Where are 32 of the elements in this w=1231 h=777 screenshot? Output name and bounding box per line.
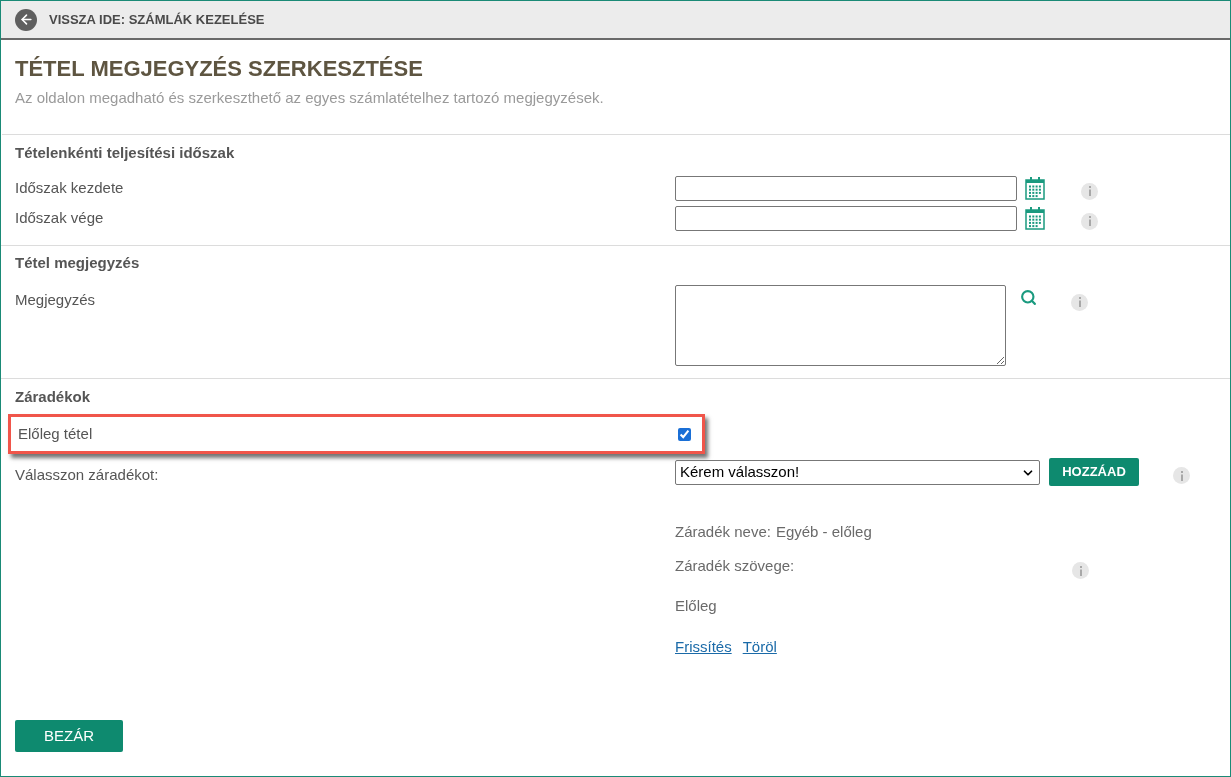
date-input[interactable] bbox=[675, 175, 1017, 201]
advance-checkbox[interactable] bbox=[678, 427, 691, 441]
clause-text-value: Előleg bbox=[675, 596, 718, 616]
info-icon[interactable] bbox=[1072, 562, 1089, 579]
field-label: Válasszon záradékot: bbox=[15, 465, 160, 485]
add-button[interactable]: HOZZÁAD bbox=[1049, 458, 1139, 486]
section-heading: Tétel megjegyzés bbox=[15, 253, 141, 273]
action-link[interactable]: Frissítés bbox=[675, 635, 732, 658]
clause-name-value: Egyéb - előleg bbox=[775, 521, 872, 542]
section-heading: Záradékok bbox=[15, 386, 92, 407]
info-icon[interactable] bbox=[1071, 293, 1088, 311]
calendar-icon[interactable] bbox=[1025, 206, 1045, 230]
calendar-icon[interactable] bbox=[1025, 176, 1045, 200]
action-link[interactable]: Töröl bbox=[742, 635, 777, 658]
field-label: Megjegyzés bbox=[15, 289, 97, 310]
clause-select[interactable]: Kérem válasszon! bbox=[675, 460, 1040, 485]
date-input[interactable] bbox=[675, 205, 1017, 231]
info-icon[interactable] bbox=[1081, 212, 1098, 230]
note-textarea[interactable] bbox=[675, 284, 1006, 366]
section-heading: Tételenkénti teljesítési időszak bbox=[15, 142, 236, 163]
clause-text-label: Záradék szövege: bbox=[675, 556, 796, 576]
close-button[interactable]: BEZÁR bbox=[15, 720, 123, 752]
back-link[interactable]: VISSZA IDE: SZÁMLÁK KEZELÉSE bbox=[49, 9, 265, 30]
info-icon[interactable] bbox=[1173, 467, 1190, 484]
info-icon[interactable] bbox=[1081, 182, 1098, 200]
field-label: Időszak kezdete bbox=[15, 177, 125, 198]
field-label: Időszak vége bbox=[15, 207, 105, 228]
page-subtitle: Az oldalon megadható és szerkeszthető az egyes számlatételhez tartozó megjegyzések. bbox=[15, 88, 605, 108]
page-title: TÉTEL MEGJEGYZÉS SZERKESZTÉSE bbox=[15, 55, 424, 83]
search-icon[interactable] bbox=[1020, 288, 1037, 306]
field-label: Előleg tétel bbox=[18, 423, 94, 444]
clause-name-label: Záradék neve: bbox=[675, 521, 771, 542]
